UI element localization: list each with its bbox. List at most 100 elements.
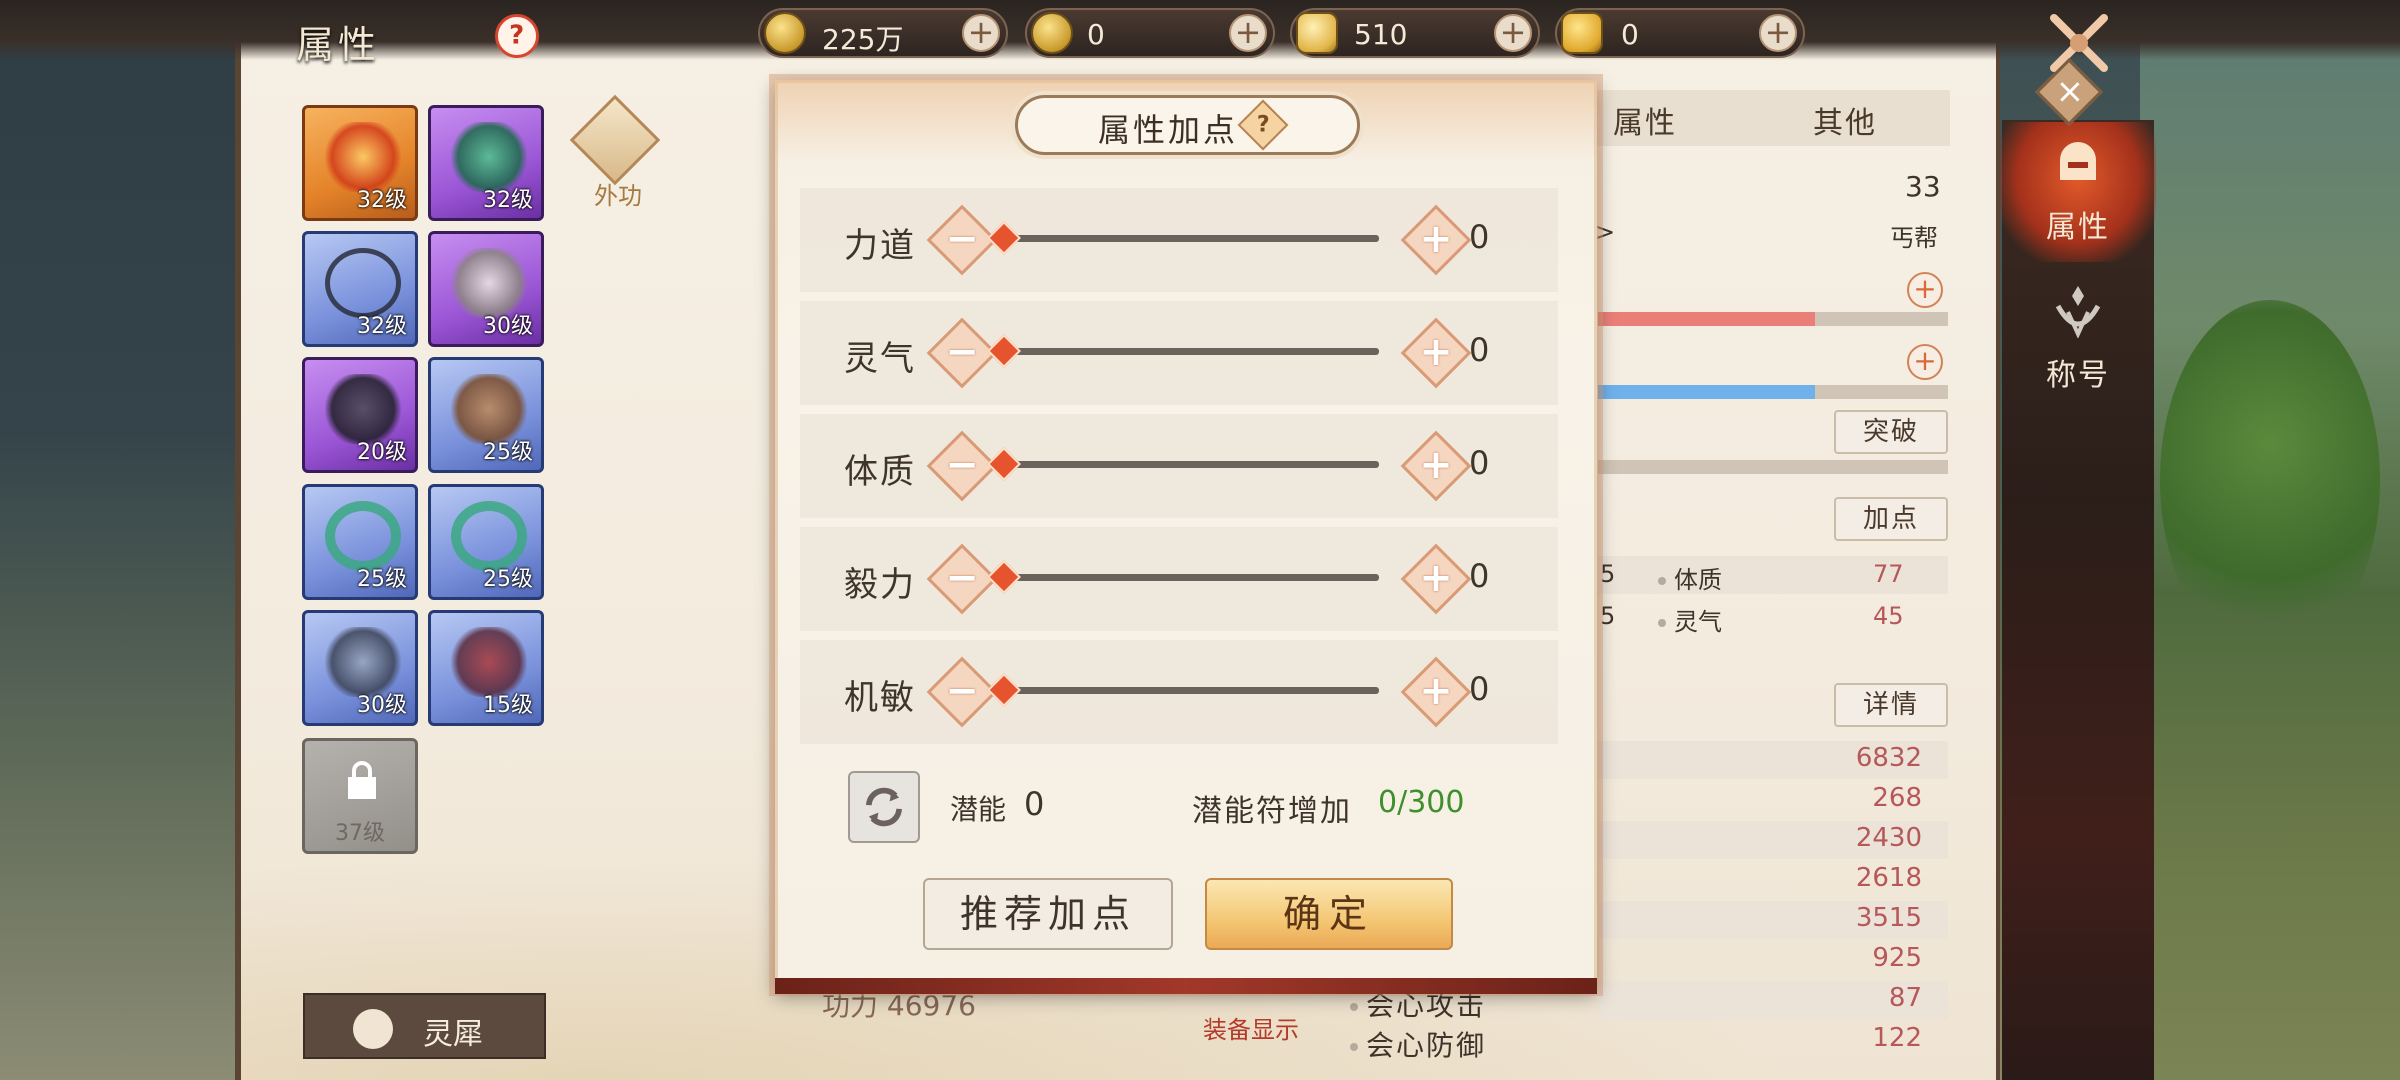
increase-button[interactable]: + xyxy=(1400,204,1472,276)
stat-left-value: 5 xyxy=(1600,560,1616,588)
equip-slot-necklace[interactable]: 32级 xyxy=(302,231,418,347)
stat-tabs: 属性 其他 xyxy=(1595,90,1950,146)
equip-slot-bracer[interactable]: 20级 xyxy=(302,357,418,473)
add-currency-button[interactable]: + xyxy=(1229,14,1267,52)
mp-add-button[interactable]: + xyxy=(1907,344,1943,380)
background-tree xyxy=(2160,300,2380,660)
breakthrough-button[interactable]: 突破 xyxy=(1834,410,1948,454)
increase-button[interactable]: + xyxy=(1400,317,1472,389)
currency-gold-ingot: 0 + xyxy=(1555,8,1805,58)
gold-coin-icon xyxy=(1031,12,1073,54)
add-currency-button[interactable]: + xyxy=(1759,14,1797,52)
decrease-button[interactable]: − xyxy=(926,204,998,276)
stat-label: 体质 xyxy=(1658,560,1722,595)
equip-level: 32级 xyxy=(357,314,407,339)
tab-attributes[interactable]: 属性 xyxy=(1613,98,1677,142)
recommend-points-button[interactable]: 推荐加点 xyxy=(923,878,1173,950)
increase-button[interactable]: + xyxy=(1400,543,1472,615)
add-point-button[interactable]: 加点 xyxy=(1834,497,1948,541)
currency-value: 0 xyxy=(1621,18,1639,51)
stat-row: 5 体质 77 xyxy=(1598,556,1948,594)
attribute-row-yili: 毅力 − + 0 xyxy=(800,527,1558,631)
equip-slot-ring-2[interactable]: 25级 xyxy=(428,484,544,600)
equip-slot-locked[interactable]: 37级 xyxy=(302,738,418,854)
decrease-button[interactable]: − xyxy=(926,543,998,615)
currency-value: 510 xyxy=(1354,18,1408,51)
decrease-button[interactable]: − xyxy=(926,317,998,389)
equip-level: 32级 xyxy=(357,188,407,213)
combat-value: 6832 xyxy=(1855,743,1922,773)
attribute-slider-handle[interactable] xyxy=(987,221,1021,255)
equip-slot-boots[interactable]: 30级 xyxy=(302,610,418,726)
attribute-value: 0 xyxy=(1469,444,1490,482)
exp-bar xyxy=(1598,460,1948,474)
lingxi-button[interactable]: 灵犀 xyxy=(303,993,546,1059)
side-nav-title[interactable]: 称号 xyxy=(2000,270,2156,410)
helmet-icon xyxy=(2060,142,2096,180)
attribute-slider-track[interactable] xyxy=(1007,574,1379,581)
add-currency-button[interactable]: + xyxy=(1494,14,1532,52)
currency-value: 225万 xyxy=(822,23,904,56)
attribute-row-jimin: 机敏 − + 0 xyxy=(800,640,1558,744)
attribute-slider-handle[interactable] xyxy=(987,673,1021,707)
attribute-slider-handle[interactable] xyxy=(987,560,1021,594)
decrease-button[interactable]: − xyxy=(926,656,998,728)
equip-level: 32级 xyxy=(483,188,533,213)
combat-value: 925 xyxy=(1872,943,1922,973)
background-scenery-left xyxy=(0,0,240,1080)
tab-other[interactable]: 其他 xyxy=(1813,98,1877,142)
detail-button[interactable]: 详情 xyxy=(1834,683,1948,727)
dialog-bottom-border xyxy=(775,978,1597,994)
attribute-label: 力道 xyxy=(844,226,916,266)
faction-value: 丐帮 xyxy=(1890,224,1938,252)
lock-icon xyxy=(348,761,376,799)
side-nav xyxy=(2002,120,2154,1080)
attribute-label: 体质 xyxy=(844,452,916,492)
lingxi-label: 灵犀 xyxy=(423,1017,483,1052)
equip-slot-belt[interactable]: 25级 xyxy=(428,357,544,473)
silver-ingot-icon xyxy=(1296,12,1338,54)
lingxi-icon xyxy=(353,1009,393,1049)
increase-button[interactable]: + xyxy=(1400,656,1472,728)
waigong-label: 外功 xyxy=(594,182,642,210)
equip-slot-weapon[interactable]: 32级 xyxy=(302,105,418,221)
potential-charm-label: 潜能符增加 xyxy=(1192,794,1352,829)
equip-level: 20级 xyxy=(357,440,407,465)
equip-slot-helmet[interactable]: 32级 xyxy=(428,105,544,221)
combat-value: 122 xyxy=(1872,1023,1922,1053)
confirm-button[interactable]: 确定 xyxy=(1205,878,1453,950)
side-nav-attributes[interactable]: 属性 xyxy=(2000,122,2156,262)
attribute-value: 0 xyxy=(1469,218,1490,256)
equip-slot-pendant[interactable]: 15级 xyxy=(428,610,544,726)
equip-slot-ring-1[interactable]: 25级 xyxy=(302,484,418,600)
potential-value: 0 xyxy=(1024,785,1045,823)
attribute-slider-track[interactable] xyxy=(1007,235,1379,242)
side-nav-label: 属性 xyxy=(2046,210,2110,245)
add-currency-button[interactable]: + xyxy=(962,14,1000,52)
combat-value: 2618 xyxy=(1855,863,1922,893)
side-nav-label: 称号 xyxy=(2046,358,2110,393)
emblem-icon xyxy=(2055,286,2101,339)
attribute-slider-track[interactable] xyxy=(1007,348,1379,355)
equip-slot-armor[interactable]: 30级 xyxy=(428,231,544,347)
stat-label: 灵气 xyxy=(1658,602,1722,637)
attribute-slider-handle[interactable] xyxy=(987,447,1021,481)
decrease-button[interactable]: − xyxy=(926,430,998,502)
equip-level: 30级 xyxy=(357,693,407,718)
currency-gold: 0 + xyxy=(1025,8,1275,58)
potential-label: 潜能 xyxy=(950,793,1007,826)
attribute-slider-track[interactable] xyxy=(1007,461,1379,468)
currency-silver-ingot: 510 + xyxy=(1290,8,1540,58)
reset-points-button[interactable] xyxy=(848,771,920,843)
equip-show-toggle[interactable]: 装备显示 xyxy=(1203,1010,1299,1045)
currency-copper: 225万 + xyxy=(758,8,1008,58)
attribute-label: 灵气 xyxy=(844,339,916,379)
hp-add-button[interactable]: + xyxy=(1907,272,1943,308)
combat-value: 2430 xyxy=(1855,823,1922,853)
attribute-slider-track[interactable] xyxy=(1007,687,1379,694)
dialog-title: 属性加点 xyxy=(1098,111,1239,149)
increase-button[interactable]: + xyxy=(1400,430,1472,502)
attribute-value: 0 xyxy=(1469,331,1490,369)
equip-level: 25级 xyxy=(483,440,533,465)
attribute-slider-handle[interactable] xyxy=(987,334,1021,368)
